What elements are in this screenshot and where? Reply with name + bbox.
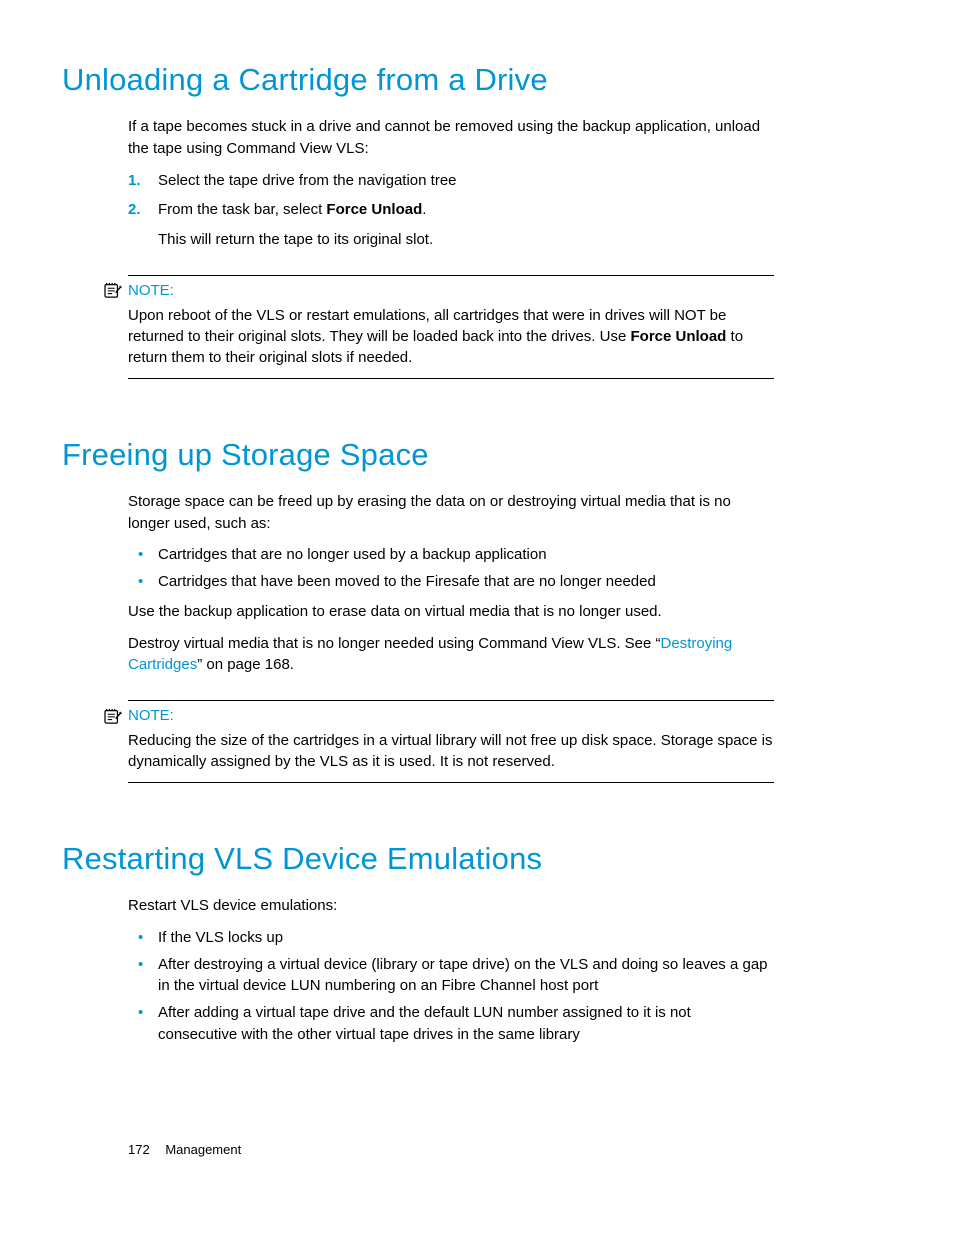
note-icon xyxy=(104,282,122,298)
note-block: NOTE: Upon reboot of the VLS or restart … xyxy=(128,275,774,379)
rule xyxy=(128,700,774,701)
step-subtext: This will return the tape to its origina… xyxy=(158,229,774,251)
s3-bullets: If the VLS locks up After destroying a v… xyxy=(128,927,774,1046)
note-label: NOTE: xyxy=(128,707,174,724)
s1-steps: 1. Select the tape drive from the naviga… xyxy=(128,170,774,251)
list-marker: 2. xyxy=(128,199,141,221)
list-item: 2. From the task bar, select Force Unloa… xyxy=(128,199,774,251)
s2-p2: Use the backup application to erase data… xyxy=(128,601,774,623)
page-footer: 172 Management xyxy=(128,1142,241,1157)
list-item: If the VLS locks up xyxy=(128,927,774,949)
footer-section: Management xyxy=(165,1142,241,1157)
list-item: After adding a virtual tape drive and th… xyxy=(128,1002,774,1046)
rule xyxy=(128,782,774,783)
page-number: 172 xyxy=(128,1142,150,1157)
note-body: Upon reboot of the VLS or restart emulat… xyxy=(128,305,774,368)
list-item: 1. Select the tape drive from the naviga… xyxy=(128,170,774,192)
list-item: After destroying a virtual device (libra… xyxy=(128,954,774,998)
s3-intro: Restart VLS device emulations: xyxy=(128,895,774,917)
step-text: From the task bar, select Force Unload. xyxy=(158,201,426,218)
list-item: Cartridges that have been moved to the F… xyxy=(128,571,774,593)
note-label: NOTE: xyxy=(128,282,174,299)
s2-bullets: Cartridges that are no longer used by a … xyxy=(128,544,774,593)
note-block: NOTE: Reducing the size of the cartridge… xyxy=(128,700,774,783)
list-marker: 1. xyxy=(128,170,141,192)
s1-intro: If a tape becomes stuck in a drive and c… xyxy=(128,116,774,160)
list-item: Cartridges that are no longer used by a … xyxy=(128,544,774,566)
heading-restarting: Restarting VLS Device Emulations xyxy=(62,841,894,877)
s2-p3: Destroy virtual media that is no longer … xyxy=(128,633,774,677)
heading-unloading: Unloading a Cartridge from a Drive xyxy=(62,62,894,98)
s2-intro: Storage space can be freed up by erasing… xyxy=(128,491,774,535)
heading-freeing: Freeing up Storage Space xyxy=(62,437,894,473)
note-body: Reducing the size of the cartridges in a… xyxy=(128,730,774,772)
rule xyxy=(128,275,774,276)
note-icon xyxy=(104,708,122,724)
step-text: Select the tape drive from the navigatio… xyxy=(158,172,457,189)
rule xyxy=(128,378,774,379)
